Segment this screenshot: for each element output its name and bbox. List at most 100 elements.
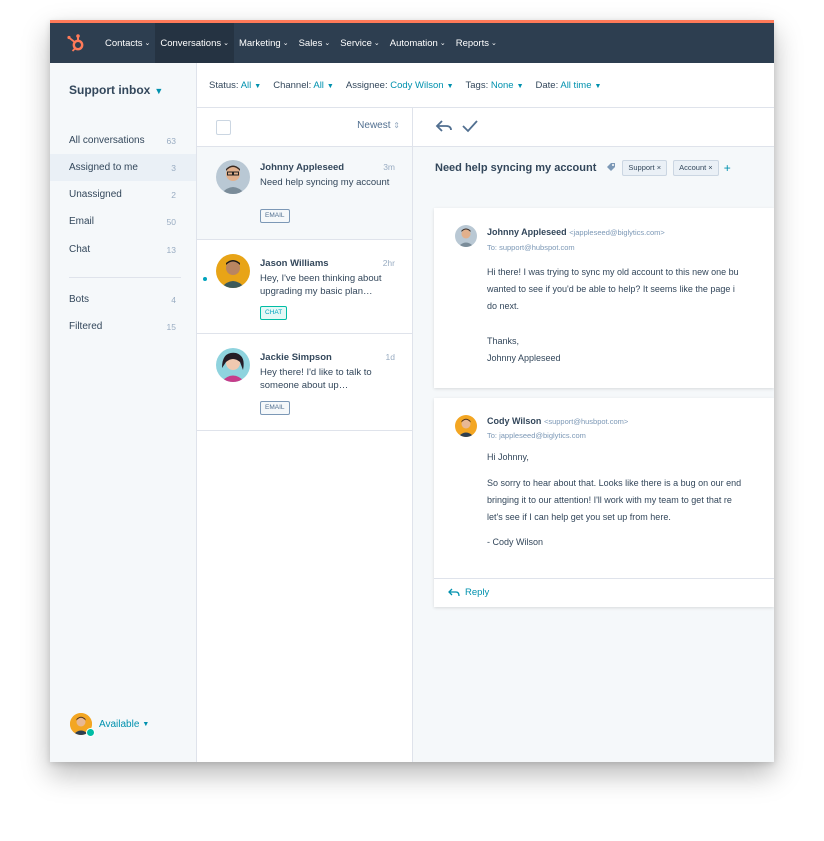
inbox-sidebar: Support inbox ▼ All conversations 63 Assig… (50, 63, 197, 762)
nav-contacts-label: Contacts (105, 37, 143, 49)
filter-assignee[interactable]: Assignee: Cody Wilson ▼ (346, 80, 454, 91)
sidebar-item-label: All conversations (69, 135, 145, 146)
message-line: let's see if I can help get you set up f… (487, 512, 671, 522)
sidebar-item-bots[interactable]: Bots 4 (50, 286, 196, 313)
message-line: do next. (487, 301, 520, 311)
sender-name: Cody Wilson (487, 416, 542, 426)
add-tag-icon[interactable]: + (724, 161, 731, 175)
chevron-down-icon: ⌄ (373, 40, 380, 47)
chevron-down-icon: ⌄ (439, 40, 446, 47)
timestamp: 1d (385, 352, 395, 362)
nav-service[interactable]: Service ⌄ (335, 23, 385, 63)
chevron-down-icon: ⌄ (223, 40, 229, 47)
sidebar-item-email[interactable]: Email 50 (50, 208, 196, 235)
message-line: Hi there! I was trying to sync my old ac… (487, 267, 739, 277)
sidebar-item-count: 4 (171, 294, 176, 305)
chevron-down-icon: ⌄ (324, 40, 331, 47)
conversation-item[interactable]: Jackie Simpson 1d Hey there! I'd like to… (197, 334, 412, 431)
message-sender: Johnny Appleseed <jappleseed@biglytics.c… (487, 227, 665, 237)
channel-badge: CHAT (260, 306, 288, 320)
sidebar-divider (69, 277, 181, 278)
inbox-title: Support inbox (69, 83, 151, 97)
tag-support[interactable]: Support × (622, 160, 668, 176)
filter-label: Assignee: (345, 79, 388, 91)
sidebar-item-count: 15 (166, 321, 176, 332)
reply-button[interactable]: Reply (448, 587, 489, 598)
unread-indicator (203, 277, 207, 281)
status-label: Available (99, 718, 140, 730)
sidebar-item-all-conversations[interactable]: All conversations 63 (50, 127, 196, 154)
sidebar-item-unassigned[interactable]: Unassigned 2 (50, 181, 196, 208)
filter-label: Channel: (273, 79, 312, 91)
nav-sales-label: Sales (298, 37, 323, 49)
nav-conversations[interactable]: Conversations ⌄ (155, 23, 234, 63)
filter-bar: Status: All ▼ Channel: All ▼ Assignee: Cod… (197, 63, 774, 108)
message-line: Johnny Appleseed (487, 353, 561, 363)
sender-name: Johnny Appleseed (487, 227, 567, 237)
timestamp: 3m (383, 162, 395, 172)
message-line: wanted to see if you'd be able to help? … (487, 284, 735, 294)
sidebar-item-label: Unassigned (69, 189, 122, 200)
availability-status[interactable]: Available ▼ (70, 713, 149, 737)
filter-value: All time (560, 79, 592, 91)
hubspot-logo-icon[interactable] (66, 33, 86, 53)
sidebar-item-count: 2 (171, 189, 176, 200)
filter-value: Cody Wilson (390, 79, 444, 91)
app-window: Contacts ⌄ Conversations ⌄ Marketing ⌄ Sale… (50, 20, 774, 762)
checkmark-icon[interactable] (461, 118, 479, 139)
message-line: - Cody Wilson (487, 537, 544, 547)
caret-down-icon: ▼ (154, 86, 164, 96)
sidebar-item-label: Bots (69, 294, 90, 305)
channel-badge: EMAIL (260, 401, 290, 415)
nav-automation[interactable]: Automation ⌄ (385, 23, 451, 63)
sidebar-item-chat[interactable]: Chat 13 (50, 236, 196, 263)
conversation-item[interactable]: Johnny Appleseed 3m Need help syncing my… (197, 147, 412, 240)
inbox-selector[interactable]: Support inbox ▼ (69, 83, 163, 97)
message-recipient: To: support@hubspot.com (487, 243, 575, 252)
nav-service-label: Service (340, 37, 372, 49)
select-all-checkbox[interactable] (216, 120, 231, 135)
contact-name: Jackie Simpson (260, 352, 332, 363)
sidebar-item-count: 50 (166, 216, 176, 227)
nav-marketing[interactable]: Marketing ⌄ (234, 23, 294, 63)
filter-status[interactable]: Status: All ▼ (209, 80, 261, 91)
conversation-item[interactable]: Jason Williams 2hr Hey, I've been thinki… (197, 240, 412, 334)
message-recipient: To: jappleseed@biglytics.com (487, 431, 586, 440)
reply-arrow-icon[interactable] (435, 118, 453, 139)
avatar (216, 348, 250, 382)
caret-down-icon: ▼ (446, 82, 454, 90)
sidebar-item-label: Filtered (69, 321, 103, 332)
top-nav: Contacts ⌄ Conversations ⌄ Marketing ⌄ Sale… (50, 23, 774, 63)
sidebar-item-count: 3 (171, 162, 176, 173)
nav-reports[interactable]: Reports ⌄ (451, 23, 502, 63)
message-line: bringing it to our attention! I'll work … (487, 495, 732, 505)
nav-sales[interactable]: Sales ⌄ (294, 23, 336, 63)
sidebar-item-assigned-to-me[interactable]: Assigned to me 3 (50, 154, 196, 181)
nav-contacts[interactable]: Contacts ⌄ (100, 23, 155, 63)
filter-label: Status: (209, 79, 239, 91)
nav-automation-label: Automation (389, 37, 438, 49)
sort-dropdown[interactable]: Newest ⇕ (357, 120, 400, 131)
chevron-down-icon: ⌄ (282, 40, 289, 47)
avatar (216, 160, 250, 194)
message-line: So sorry to hear about that. Looks like … (487, 478, 742, 488)
avatar (455, 225, 477, 247)
tag-account[interactable]: Account × (673, 160, 719, 176)
filter-channel[interactable]: Channel: All ▼ (273, 80, 334, 91)
subject-row: Need help syncing my account Support × A… (413, 146, 774, 190)
thread-panel: Need help syncing my account Support × A… (413, 108, 774, 762)
conversation-list: Newest ⇕ Johnny Appleseed 3m Need help s… (197, 108, 413, 762)
message-card: Johnny Appleseed <jappleseed@biglytics.c… (434, 208, 774, 388)
sidebar-item-filtered[interactable]: Filtered 15 (50, 313, 196, 340)
filter-tags[interactable]: Tags: None ▼ (466, 80, 524, 91)
sender-email: <jappleseed@biglytics.com> (569, 228, 665, 237)
filter-date[interactable]: Date: All time ▼ (536, 80, 602, 91)
message-line: Hi Johnny, (487, 452, 529, 462)
caret-down-icon: ▼ (326, 82, 334, 90)
sidebar-item-count: 63 (166, 135, 176, 146)
nav-marketing-label: Marketing (238, 37, 281, 49)
caret-down-icon: ▼ (254, 82, 262, 90)
filter-label: Tags: (465, 79, 489, 91)
nav-conversations-label: Conversations (160, 37, 222, 49)
sidebar-item-label: Assigned to me (69, 162, 138, 173)
